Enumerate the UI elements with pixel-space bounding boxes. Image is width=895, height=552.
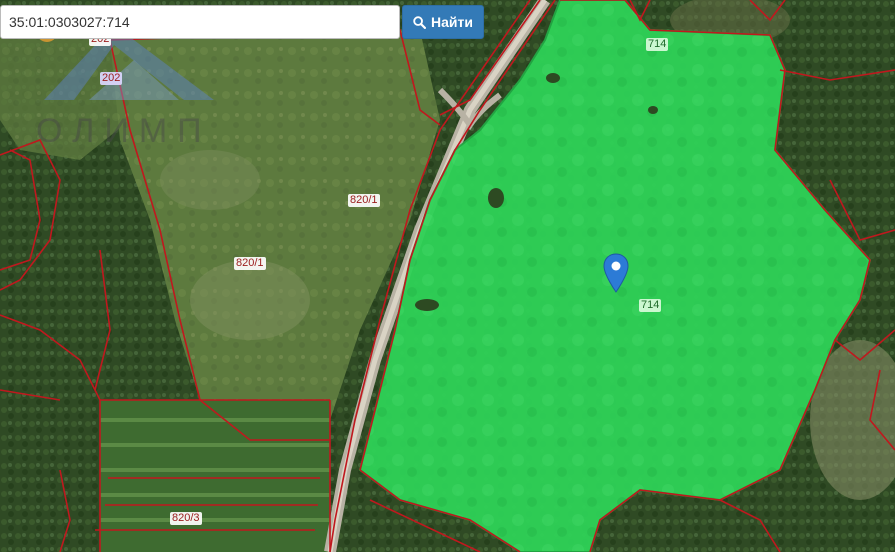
- search-input[interactable]: [1, 6, 399, 38]
- search-bar: [0, 5, 400, 39]
- search-button[interactable]: Найти: [402, 5, 484, 39]
- parcel-label-820-1-a: 820/1: [348, 194, 380, 207]
- parcel-label-202: 202: [100, 72, 123, 85]
- map-canvas[interactable]: [0, 0, 895, 552]
- parcel-label-820-3: 820/3: [170, 512, 202, 525]
- map-marker-icon[interactable]: [603, 253, 629, 293]
- parcel-label-714-top: 714: [646, 38, 669, 51]
- parcel-label-714-center: 714: [639, 299, 662, 312]
- search-icon: [413, 15, 427, 29]
- parcel-label-820-1-b: 820/1: [234, 257, 266, 270]
- search-button-label: Найти: [431, 14, 473, 30]
